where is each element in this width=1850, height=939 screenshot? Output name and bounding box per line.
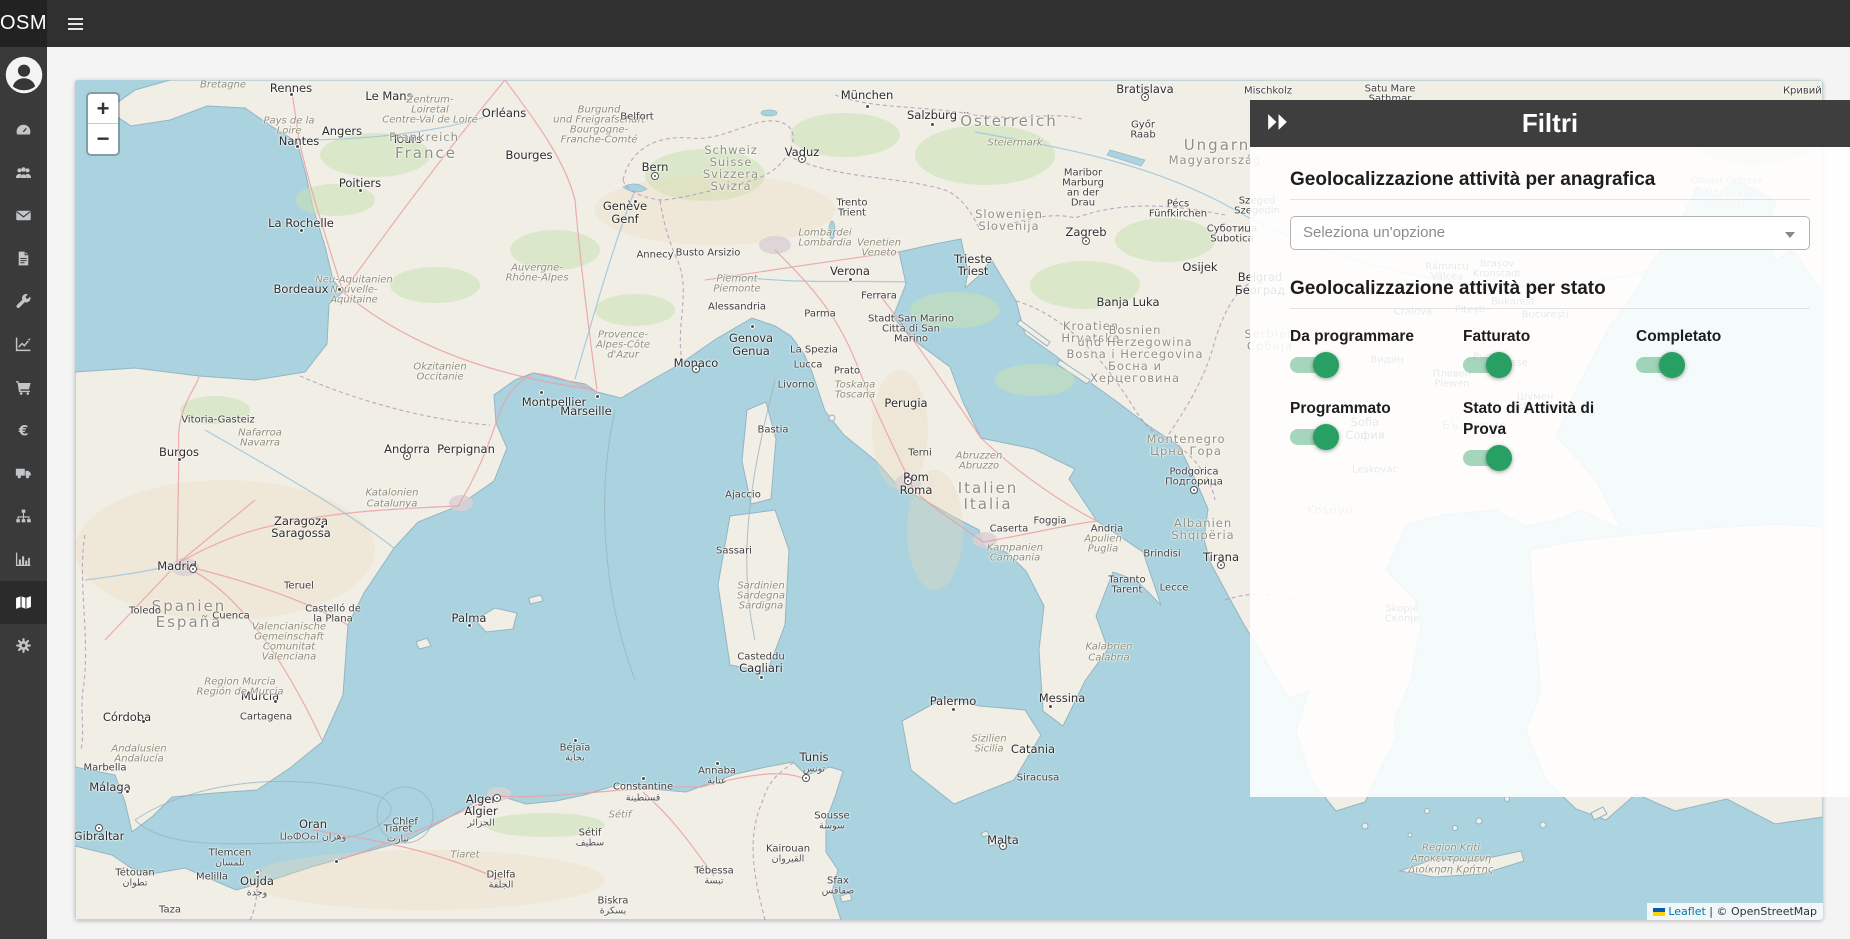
sidebar-item-users[interactable] [0, 151, 47, 194]
attribution-text: | © OpenStreetMap [1706, 905, 1817, 918]
select-caret-icon [1785, 232, 1795, 238]
ukraine-flag-icon [1653, 908, 1665, 916]
toggle-knob [1486, 445, 1512, 471]
toggle-switch-programmato[interactable] [1290, 429, 1336, 445]
users-icon [15, 164, 32, 181]
sidebar-item-hierarchy[interactable] [0, 495, 47, 538]
toggle-completato: Completato [1636, 327, 1809, 373]
toggle-stato-di-attivita-di-prova: Stato di Attività di Prova [1463, 399, 1636, 466]
settings-icon [15, 637, 32, 654]
user-avatar[interactable] [5, 56, 43, 94]
toggle-switch-completato[interactable] [1636, 357, 1682, 373]
toggle-switch-fatturato[interactable] [1463, 357, 1509, 373]
map-icon [15, 594, 32, 611]
sidebar-item-map[interactable] [0, 581, 47, 624]
section-heading-stato: Geolocalizzazione attività per stato [1290, 278, 1810, 300]
toggle-fatturato: Fatturato [1463, 327, 1636, 373]
sidebar-item-cart[interactable] [0, 366, 47, 409]
toggle-switch-da-programmare[interactable] [1290, 357, 1336, 373]
filter-panel-header: Filtri [1250, 100, 1850, 147]
bar-chart-icon [15, 551, 32, 568]
tools-icon [15, 293, 32, 310]
sidebar-item-euro[interactable]: € [0, 409, 47, 452]
main-content: RennesLe MansOrléansNantesAngersToursBou… [47, 47, 1850, 939]
toggle-da-programmare: Da programmare [1290, 327, 1463, 373]
hierarchy-icon [15, 508, 32, 525]
map-zoom-control: + − [86, 92, 120, 156]
panel-title: Filtri [1250, 108, 1850, 139]
select-placeholder: Seleziona un'opzione [1303, 224, 1445, 241]
divider [1290, 199, 1810, 200]
sidebar-item-statistics[interactable] [0, 323, 47, 366]
truck-icon [15, 465, 32, 482]
toggle-label: Stato di Attività di Prova [1463, 399, 1636, 441]
toggle-knob [1659, 352, 1685, 378]
toggle-label: Da programmare [1290, 327, 1463, 348]
sidebar-item-dashboard[interactable] [0, 108, 47, 151]
toggle-programmato: Programmato [1290, 399, 1463, 466]
sidebar-item-truck[interactable] [0, 452, 47, 495]
cart-icon [15, 379, 32, 396]
avatar-icon [5, 56, 43, 94]
euro-icon: € [15, 422, 32, 439]
map-attribution: Leaflet | © OpenStreetMap [1647, 903, 1823, 920]
toggle-knob [1486, 352, 1512, 378]
section-heading-anagrafica: Geolocalizzazione attività per anagrafic… [1290, 169, 1810, 191]
sidebar: € [0, 47, 47, 939]
toggle-switch-stato-di-attivita-di-prova[interactable] [1463, 450, 1509, 466]
leaflet-link[interactable]: Leaflet [1668, 905, 1705, 918]
sidebar-item-tools[interactable] [0, 280, 47, 323]
filter-panel: Filtri Geolocalizzazione attività per an… [1250, 100, 1850, 797]
sidebar-nav: € [0, 108, 47, 667]
toggle-knob [1313, 424, 1339, 450]
mail-icon [15, 207, 32, 224]
anagrafica-select[interactable]: Seleziona un'opzione [1290, 216, 1810, 250]
toggle-label: Fatturato [1463, 327, 1636, 348]
statistics-icon [15, 336, 32, 353]
sidebar-item-settings[interactable] [0, 624, 47, 667]
filter-panel-body: Geolocalizzazione attività per anagrafic… [1250, 147, 1850, 797]
app-logo[interactable]: OSM [0, 0, 47, 47]
status-toggles: Da programmareFatturatoCompletato Program… [1290, 327, 1810, 466]
zoom-out-button[interactable]: − [88, 124, 118, 154]
dashboard-icon [15, 121, 32, 138]
sidebar-item-bar-chart[interactable] [0, 538, 47, 581]
divider [1290, 308, 1810, 309]
top-navbar: OSM [0, 0, 1850, 47]
zoom-in-button[interactable]: + [88, 94, 118, 124]
toggle-label: Completato [1636, 327, 1809, 348]
sidebar-item-document[interactable] [0, 237, 47, 280]
document-icon [15, 250, 32, 267]
hamburger-menu-icon[interactable] [57, 0, 93, 47]
toggle-label: Programmato [1290, 399, 1463, 420]
svg-text:€: € [18, 423, 29, 439]
toggle-knob [1313, 352, 1339, 378]
sidebar-item-mail[interactable] [0, 194, 47, 237]
panel-collapse-icon[interactable] [1266, 113, 1290, 133]
